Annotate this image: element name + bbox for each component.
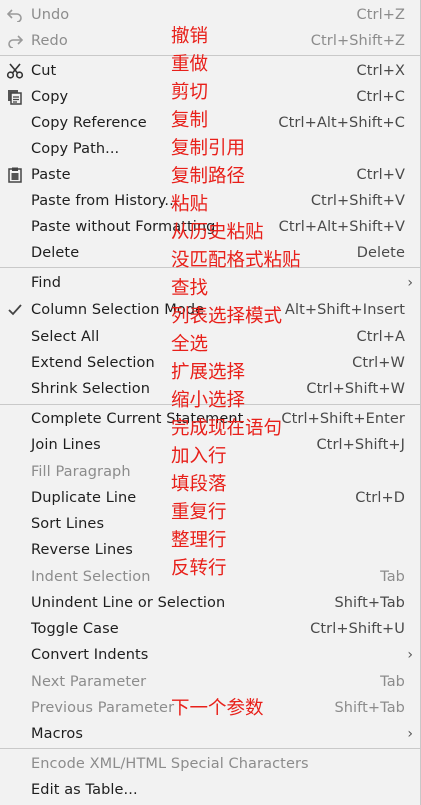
menu-item-edit-as-table[interactable]: Edit as Table...: [0, 777, 420, 803]
menu-item-extend-selection[interactable]: Extend Selection Ctrl+W: [0, 350, 420, 376]
menu-item-shortcut: Ctrl+Shift+J: [316, 437, 405, 453]
menu-item-paste-without-formatting[interactable]: Paste without Formatting Ctrl+Alt+Shift+…: [0, 214, 420, 240]
menu-item-copy-path[interactable]: Copy Path...: [0, 136, 420, 162]
menu-item-shortcut: Ctrl+V: [356, 167, 405, 183]
menu-item-label: Copy Path...: [31, 141, 120, 157]
menu-item-label: Column Selection Mode: [31, 302, 205, 318]
menu-item-shortcut: Delete: [356, 245, 405, 261]
menu-item-column-selection-mode[interactable]: Column Selection Mode Alt+Shift+Insert: [0, 297, 420, 323]
menu-item-previous-parameter[interactable]: Previous Parameter Shift+Tab: [0, 695, 420, 721]
menu-item-reverse-lines[interactable]: Reverse Lines: [0, 537, 420, 563]
menu-item-copy-reference[interactable]: Copy Reference Ctrl+Alt+Shift+C: [0, 110, 420, 136]
chevron-right-icon: ›: [407, 275, 413, 291]
scissors-icon: [6, 62, 24, 80]
menu-item-shortcut: Shift+Tab: [334, 595, 405, 611]
menu-item-shortcut: Ctrl+Shift+V: [310, 193, 405, 209]
menu-item-shortcut: Tab: [380, 569, 405, 585]
menu-item-label: Cut: [31, 63, 57, 79]
menu-item-undo[interactable]: Undo Ctrl+Z: [0, 2, 420, 28]
menu-separator: [0, 55, 420, 56]
menu-item-label: Delete: [31, 245, 80, 261]
undo-icon: [6, 6, 24, 24]
menu-item-label: Complete Current Statement: [31, 411, 244, 427]
menu-item-label: Indent Selection: [31, 569, 151, 585]
chevron-right-icon: ›: [407, 647, 413, 663]
menu-item-label: Next Parameter: [31, 674, 147, 690]
menu-item-label: Encode XML/HTML Special Characters: [31, 756, 309, 772]
menu-item-label: Sort Lines: [31, 516, 105, 532]
menu-item-label: Copy Reference: [31, 115, 147, 131]
menu-item-fill-paragraph[interactable]: Fill Paragraph: [0, 459, 420, 485]
menu-item-label: Fill Paragraph: [31, 464, 131, 480]
menu-item-delete[interactable]: Delete Delete: [0, 240, 420, 266]
menu-item-sort-lines[interactable]: Sort Lines: [0, 511, 420, 537]
redo-icon: [6, 32, 24, 50]
menu-item-label: Edit as Table...: [31, 782, 138, 798]
menu-item-label: Find: [31, 275, 62, 291]
menu-item-shortcut: Ctrl+Shift+Z: [310, 33, 405, 49]
menu-item-shortcut: Ctrl+Alt+Shift+C: [278, 115, 405, 131]
chevron-right-icon: ›: [407, 726, 413, 742]
menu-item-label: Toggle Case: [31, 621, 119, 637]
menu-item-macros[interactable]: Macros ›: [0, 721, 420, 747]
menu-item-label: Unindent Line or Selection: [31, 595, 226, 611]
menu-item-join-lines[interactable]: Join Lines Ctrl+Shift+J: [0, 432, 420, 458]
menu-item-redo[interactable]: Redo Ctrl+Shift+Z: [0, 28, 420, 54]
menu-item-shortcut: Ctrl+Z: [356, 7, 405, 23]
menu-item-shortcut: Ctrl+C: [356, 89, 405, 105]
menu-item-shortcut: Alt+Shift+Insert: [284, 302, 405, 318]
menu-item-label: Duplicate Line: [31, 490, 137, 506]
menu-item-encode-xml-html[interactable]: Encode XML/HTML Special Characters: [0, 751, 420, 777]
menu-item-shortcut: Ctrl+A: [356, 329, 405, 345]
menu-item-convert-indents[interactable]: Convert Indents ›: [0, 642, 420, 668]
menu-item-shortcut: Ctrl+Shift+W: [306, 381, 405, 397]
menu-item-paste[interactable]: Paste Ctrl+V: [0, 162, 420, 188]
clipboard-icon: [6, 166, 24, 184]
menu-item-indent-selection[interactable]: Indent Selection Tab: [0, 564, 420, 590]
menu-item-label: Redo: [31, 33, 68, 49]
menu-item-shortcut: Tab: [380, 674, 405, 690]
menu-item-complete-current-statement[interactable]: Complete Current Statement Ctrl+Shift+En…: [0, 406, 420, 432]
menu-item-shrink-selection[interactable]: Shrink Selection Ctrl+Shift+W: [0, 376, 420, 402]
menu-item-shortcut: Shift+Tab: [334, 700, 405, 716]
menu-item-cut[interactable]: Cut Ctrl+X: [0, 58, 420, 84]
menu-item-shortcut: Ctrl+X: [356, 63, 405, 79]
menu-item-shortcut: Ctrl+Shift+U: [310, 621, 405, 637]
menu-item-label: Extend Selection: [31, 355, 155, 371]
menu-separator: [0, 748, 420, 749]
menu-item-toggle-case[interactable]: Toggle Case Ctrl+Shift+U: [0, 616, 420, 642]
menu-separator: [0, 404, 420, 405]
menu-item-copy[interactable]: Copy Ctrl+C: [0, 84, 420, 110]
menu-item-label: Convert Indents: [31, 647, 149, 663]
menu-item-label: Previous Parameter: [31, 700, 175, 716]
menu-item-label: Undo: [31, 7, 70, 23]
menu-item-label: Join Lines: [31, 437, 101, 453]
menu-item-label: Paste from History...: [31, 193, 179, 209]
menu-item-label: Macros: [31, 726, 84, 742]
edit-context-menu: Undo Ctrl+Z Redo Ctrl+Shift+Z Cut Ctrl+X…: [0, 0, 421, 805]
menu-item-paste-from-history[interactable]: Paste from History... Ctrl+Shift+V: [0, 188, 420, 214]
menu-item-label: Paste without Formatting: [31, 219, 216, 235]
menu-item-shortcut: Ctrl+Shift+Enter: [281, 411, 405, 427]
menu-item-shortcut: Ctrl+D: [355, 490, 405, 506]
menu-item-label: Reverse Lines: [31, 542, 133, 558]
menu-item-unindent[interactable]: Unindent Line or Selection Shift+Tab: [0, 590, 420, 616]
menu-item-label: Select All: [31, 329, 100, 345]
menu-item-shortcut: Ctrl+Alt+Shift+V: [278, 219, 405, 235]
menu-item-shortcut: Ctrl+W: [352, 355, 405, 371]
menu-item-label: Shrink Selection: [31, 381, 151, 397]
copy-icon: [6, 88, 24, 106]
menu-item-duplicate-line[interactable]: Duplicate Line Ctrl+D: [0, 485, 420, 511]
menu-item-next-parameter[interactable]: Next Parameter Tab: [0, 669, 420, 695]
menu-item-label: Paste: [31, 167, 71, 183]
menu-item-label: Copy: [31, 89, 69, 105]
menu-item-find[interactable]: Find ›: [0, 270, 420, 296]
menu-item-select-all[interactable]: Select All Ctrl+A: [0, 324, 420, 350]
menu-separator: [0, 267, 420, 268]
checkmark-icon: [6, 301, 24, 319]
